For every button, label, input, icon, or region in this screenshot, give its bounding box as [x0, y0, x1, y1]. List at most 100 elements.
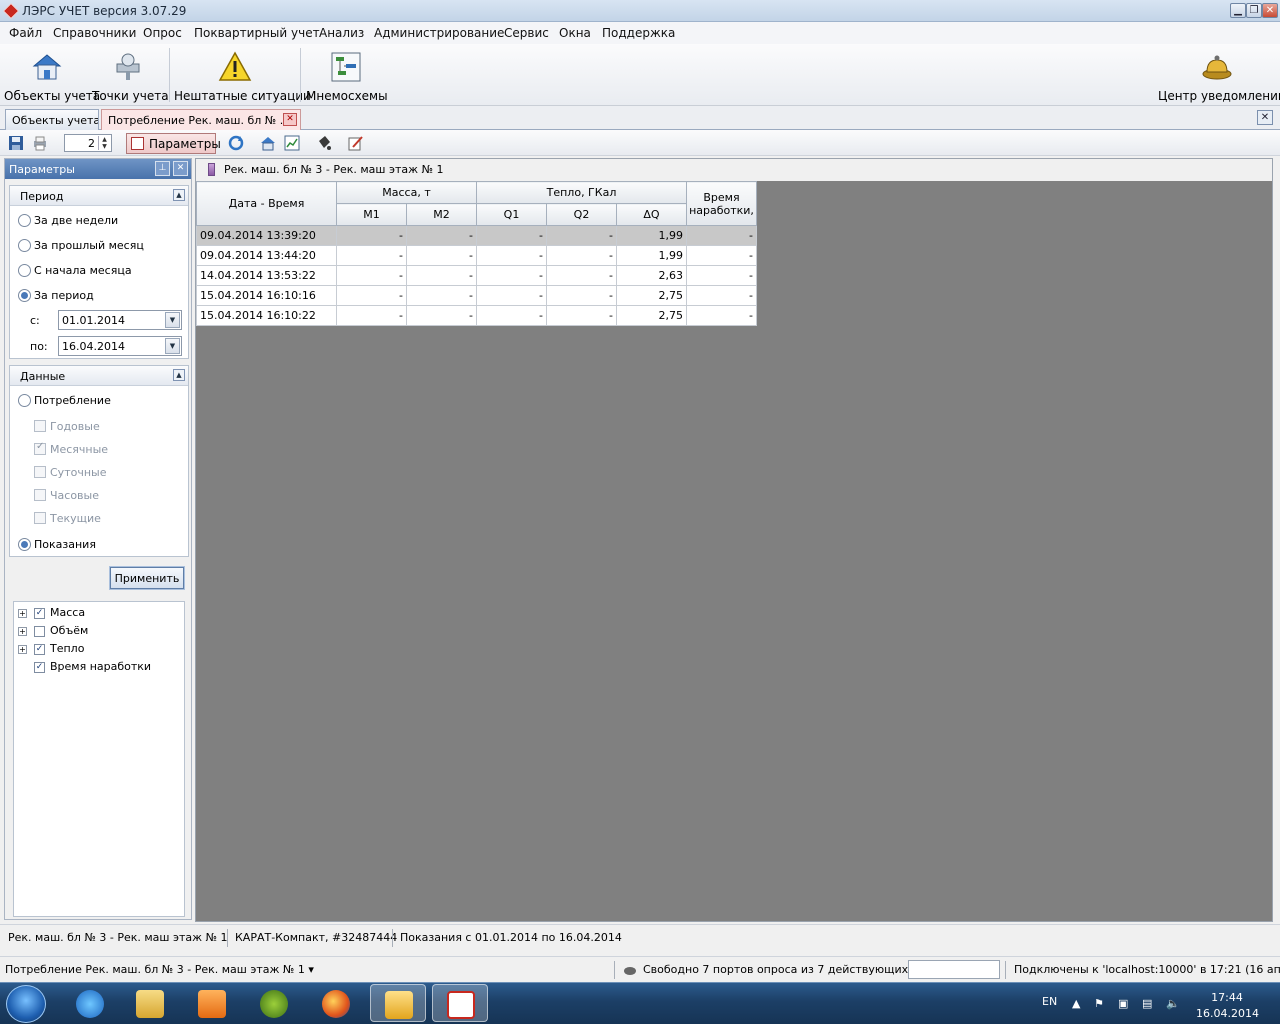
apply-button[interactable]: Применить: [109, 566, 185, 590]
col-runtime-header[interactable]: Время наработки,: [686, 181, 757, 226]
col-datetime-header[interactable]: Дата - Время: [196, 181, 337, 226]
notifications-button[interactable]: Центр уведомлений: [1158, 46, 1280, 104]
warning-icon: [218, 51, 252, 81]
menu-windows[interactable]: Окна: [559, 26, 591, 40]
close-button[interactable]: ✕: [1262, 3, 1278, 18]
col-q1-header[interactable]: Q1: [476, 203, 547, 226]
hourly-checkbox[interactable]: Часовые: [34, 489, 99, 502]
monthly-checkbox[interactable]: Месячные: [34, 441, 108, 456]
expand-icon[interactable]: +: [18, 627, 27, 636]
menu-service[interactable]: Сервис: [504, 26, 549, 40]
period-count-stepper[interactable]: 2 ▲ ▼: [64, 134, 112, 152]
table-row[interactable]: 09.04.2014 13:39:20 - - - - 1,99 -: [196, 225, 757, 246]
taskbar-outlook[interactable]: [370, 984, 426, 1022]
collapse-icon[interactable]: ▲: [173, 189, 185, 201]
tab-objects[interactable]: Объекты учета: [5, 109, 99, 130]
daily-checkbox[interactable]: Суточные: [34, 466, 106, 479]
table-row[interactable]: 14.04.2014 13:53:22 - - - - 2,63 -: [196, 265, 757, 286]
language-indicator[interactable]: EN: [1042, 995, 1057, 1008]
menu-file[interactable]: Файл: [9, 26, 42, 40]
menu-poll[interactable]: Опрос: [143, 26, 182, 40]
schemes-button[interactable]: Мнемосхемы: [306, 46, 388, 104]
expand-icon[interactable]: +: [18, 609, 27, 618]
period-header[interactable]: Период ▲: [10, 186, 188, 206]
table-row[interactable]: 15.04.2014 16:10:16 - - - - 2,75 -: [196, 285, 757, 306]
tab-close-icon[interactable]: ✕: [283, 113, 297, 126]
yearly-checkbox[interactable]: Годовые: [34, 420, 100, 433]
pin-icon[interactable]: ⊥: [155, 161, 170, 176]
maximize-button[interactable]: ❐: [1246, 3, 1262, 18]
stepper-arrows-icon[interactable]: ▲ ▼: [98, 136, 110, 150]
tray-app-icon[interactable]: ▣: [1118, 997, 1128, 1010]
tree-item-mass[interactable]: + ✓ Масса: [18, 606, 85, 622]
start-button[interactable]: [6, 985, 46, 1023]
tab-consumption[interactable]: Потребление Рек. маш. бл № ... ✕: [101, 109, 301, 130]
network-icon[interactable]: ▤: [1142, 997, 1152, 1010]
menu-support[interactable]: Поддержка: [602, 26, 675, 40]
taskbar-firefox[interactable]: [308, 984, 364, 1022]
status-separator: [1005, 961, 1006, 979]
cell-m1: -: [336, 265, 407, 286]
col-m2-header[interactable]: M2: [406, 203, 477, 226]
document-status-bar: Рек. маш. бл № 3 - Рек. маш этаж № 1 КАР…: [0, 924, 1280, 950]
tree-checkbox-checked[interactable]: ✓: [34, 662, 45, 673]
tray-expand-icon[interactable]: ▲: [1072, 997, 1080, 1010]
tree-item-volume[interactable]: + Объём: [18, 624, 88, 640]
menu-references[interactable]: Справочники: [53, 26, 136, 40]
date-to-field[interactable]: 16.04.2014 ▼: [58, 336, 182, 356]
tree-item-heat[interactable]: + ✓ Тепло: [18, 642, 84, 658]
tree-checkbox[interactable]: [34, 626, 45, 637]
parameters-panel-title: Параметры: [9, 163, 75, 176]
col-dq-header[interactable]: ΔQ: [616, 203, 687, 226]
flag-icon[interactable]: ⚑: [1094, 997, 1104, 1010]
col-q2-header[interactable]: Q2: [546, 203, 617, 226]
refresh-icon[interactable]: [228, 135, 244, 151]
close-panel-icon[interactable]: ✕: [173, 161, 188, 176]
taskbar-ie[interactable]: [62, 984, 118, 1022]
date-from-field[interactable]: 01.01.2014 ▼: [58, 310, 182, 330]
menu-apartment-metering[interactable]: Поквартирный учет: [194, 26, 320, 40]
col-m1-header[interactable]: M1: [336, 203, 407, 226]
menu-analysis[interactable]: Анализ: [319, 26, 364, 40]
home-object-icon[interactable]: [260, 135, 276, 151]
period-custom-radio[interactable]: За период: [18, 289, 94, 302]
volume-icon[interactable]: 🔈: [1166, 997, 1180, 1010]
incidents-button[interactable]: Нештатные ситуации: [174, 46, 311, 104]
print-icon[interactable]: [32, 135, 48, 151]
minimize-button[interactable]: ▁: [1230, 3, 1246, 18]
menu-administration[interactable]: Администрирование: [374, 26, 504, 40]
close-document-icon[interactable]: ✕: [1257, 110, 1273, 125]
current-checkbox[interactable]: Текущие: [34, 512, 101, 525]
tree-checkbox-checked[interactable]: ✓: [34, 608, 45, 619]
collapse-icon[interactable]: ▲: [173, 369, 185, 381]
taskbar-lers[interactable]: [432, 984, 488, 1022]
dropdown-arrow-icon[interactable]: ▼: [165, 312, 180, 328]
taskbar-app[interactable]: [246, 984, 302, 1022]
group-mass-header[interactable]: Масса, т: [336, 181, 477, 204]
consumption-radio[interactable]: Потребление: [18, 394, 111, 407]
group-heat-header[interactable]: Тепло, ГКал: [476, 181, 687, 204]
save-icon[interactable]: [8, 135, 24, 151]
taskbar-media[interactable]: [184, 984, 240, 1022]
tree-item-runtime[interactable]: ✓ Время наработки: [18, 660, 151, 676]
paint-bucket-icon[interactable]: [316, 135, 332, 151]
taskbar-explorer[interactable]: [122, 984, 178, 1022]
cell-dq: 2,63: [616, 265, 687, 286]
period-month-start-radio[interactable]: С начала месяца: [18, 264, 132, 277]
readings-radio[interactable]: Показания: [18, 538, 96, 551]
period-last-month-radio[interactable]: За прошлый месяц: [18, 239, 144, 252]
expand-icon[interactable]: +: [18, 645, 27, 654]
period-two-weeks-radio[interactable]: За две недели: [18, 214, 118, 227]
chart-icon[interactable]: [284, 135, 300, 151]
table-row[interactable]: 15.04.2014 16:10:22 - - - - 2,75 -: [196, 305, 757, 326]
edit-icon[interactable]: [348, 135, 364, 151]
clock[interactable]: 17:44 16.04.2014: [1196, 990, 1259, 1022]
dropdown-arrow-icon[interactable]: ▼: [165, 338, 180, 354]
data-header[interactable]: Данные ▲: [10, 366, 188, 386]
points-button[interactable]: Точки учета: [92, 46, 169, 104]
table-row[interactable]: 09.04.2014 13:44:20 - - - - 1,99 -: [196, 245, 757, 266]
objects-button[interactable]: Объекты учета: [4, 46, 100, 104]
parameters-button[interactable]: Параметры: [126, 133, 221, 154]
current-window-dropdown[interactable]: Потребление Рек. маш. бл № 3 - Рек. маш …: [5, 963, 314, 976]
tree-checkbox-checked[interactable]: ✓: [34, 644, 45, 655]
